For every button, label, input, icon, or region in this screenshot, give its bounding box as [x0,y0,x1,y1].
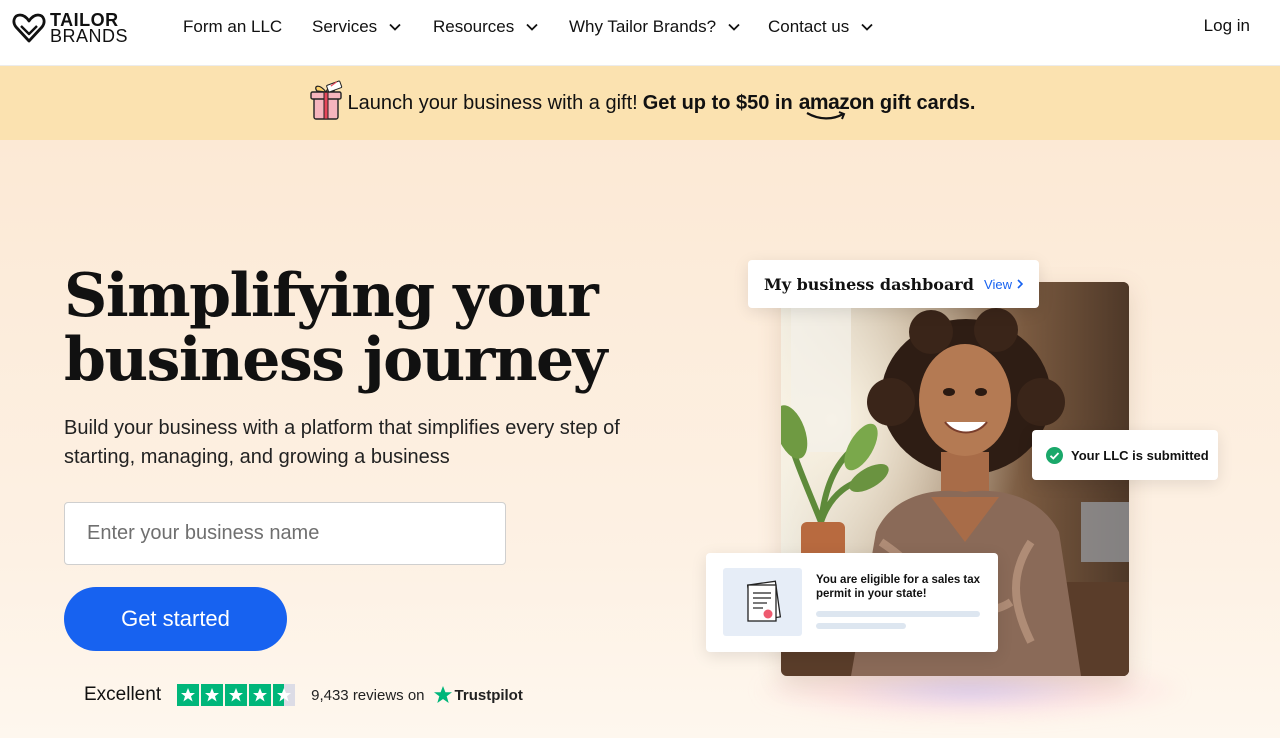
trustpilot-logo: Trustpilot [433,685,523,705]
gift-icon [309,80,342,120]
promo-banner[interactable]: Launch your business with a gift! Get up… [0,66,1280,140]
nav-why-label: Why Tailor Brands? [569,17,717,36]
amazon-smile-icon [806,111,846,120]
trustpilot-star-icon [433,686,452,703]
chevron-down-icon [861,23,873,31]
document-icon-box [723,568,802,636]
view-label: View [984,276,1012,292]
llc-status-card: Your LLC is submitted [1032,430,1218,480]
trustpilot-excellent-label: Excellent [84,684,162,705]
hero-headline: Simplifying your business journey [64,264,664,392]
chevron-down-icon [526,23,538,31]
nav-why-tailor-brands[interactable]: Why Tailor Brands? [569,16,740,38]
hero-subhead: Build your business with a platform that… [64,417,620,468]
nav-services-label: Services [312,17,378,36]
promo-text: Launch your business with a gift! [347,91,638,114]
nav-services[interactable]: Services [312,16,401,38]
business-name-input[interactable] [64,502,506,565]
placeholder-line [816,623,906,629]
promo-offer-end: gift cards. [879,91,976,114]
heart-logo-icon [12,13,46,43]
chevron-right-icon [1017,279,1023,289]
chevron-down-icon [389,23,401,31]
trustpilot-rating[interactable]: Excellent 9,433 reviews on Trustpilot [84,680,523,710]
headline-line2: business journey [64,325,608,395]
star-icon [177,684,200,706]
certificate-icon [746,580,781,622]
top-nav: TAILOR BRANDS Form an LLC Services Resou… [0,0,1280,66]
dashboard-title: My business dashboard [764,274,974,294]
chevron-down-icon [728,23,740,31]
half-star-icon [273,684,296,706]
hero-section: Simplifying your business journey Build … [0,140,1280,738]
star-icon [201,684,224,706]
business-dashboard-card[interactable]: My business dashboard View [748,260,1039,308]
amazon-logo: amazon [799,91,874,120]
logo-line2: BRANDS [50,26,129,46]
tax-permit-text: You are eligible for a sales tax permit … [816,574,981,600]
promo-offer: Get up to $50 in [642,91,793,114]
login-link[interactable]: Log in [1204,16,1250,36]
tailor-brands-logo[interactable]: TAILOR BRANDS [12,10,128,46]
trustpilot-brand: Trustpilot [454,686,523,704]
star-icon [225,684,248,706]
trustpilot-review-count: 9,433 reviews on [311,686,425,704]
headline-line1: Simplifying your [64,261,599,331]
logo-wordmark: TAILOR BRANDS [50,11,129,46]
tax-permit-card: You are eligible for a sales tax permit … [706,553,998,652]
nav-resources-label: Resources [433,17,515,36]
star-icon [249,684,272,706]
placeholder-line [816,611,980,617]
nav-resources[interactable]: Resources [433,16,538,38]
nav-contact-us[interactable]: Contact us [768,16,873,38]
check-circle-icon [1046,446,1063,464]
nav-form-llc[interactable]: Form an LLC [183,16,282,38]
trustpilot-stars [177,684,297,706]
llc-status-text: Your LLC is submitted [1071,447,1209,463]
nav-contact-label: Contact us [768,17,850,36]
nav-form-llc-label: Form an LLC [183,17,283,36]
dashboard-view-link[interactable]: View [984,277,1023,292]
get-started-button[interactable]: Get started [64,587,287,651]
